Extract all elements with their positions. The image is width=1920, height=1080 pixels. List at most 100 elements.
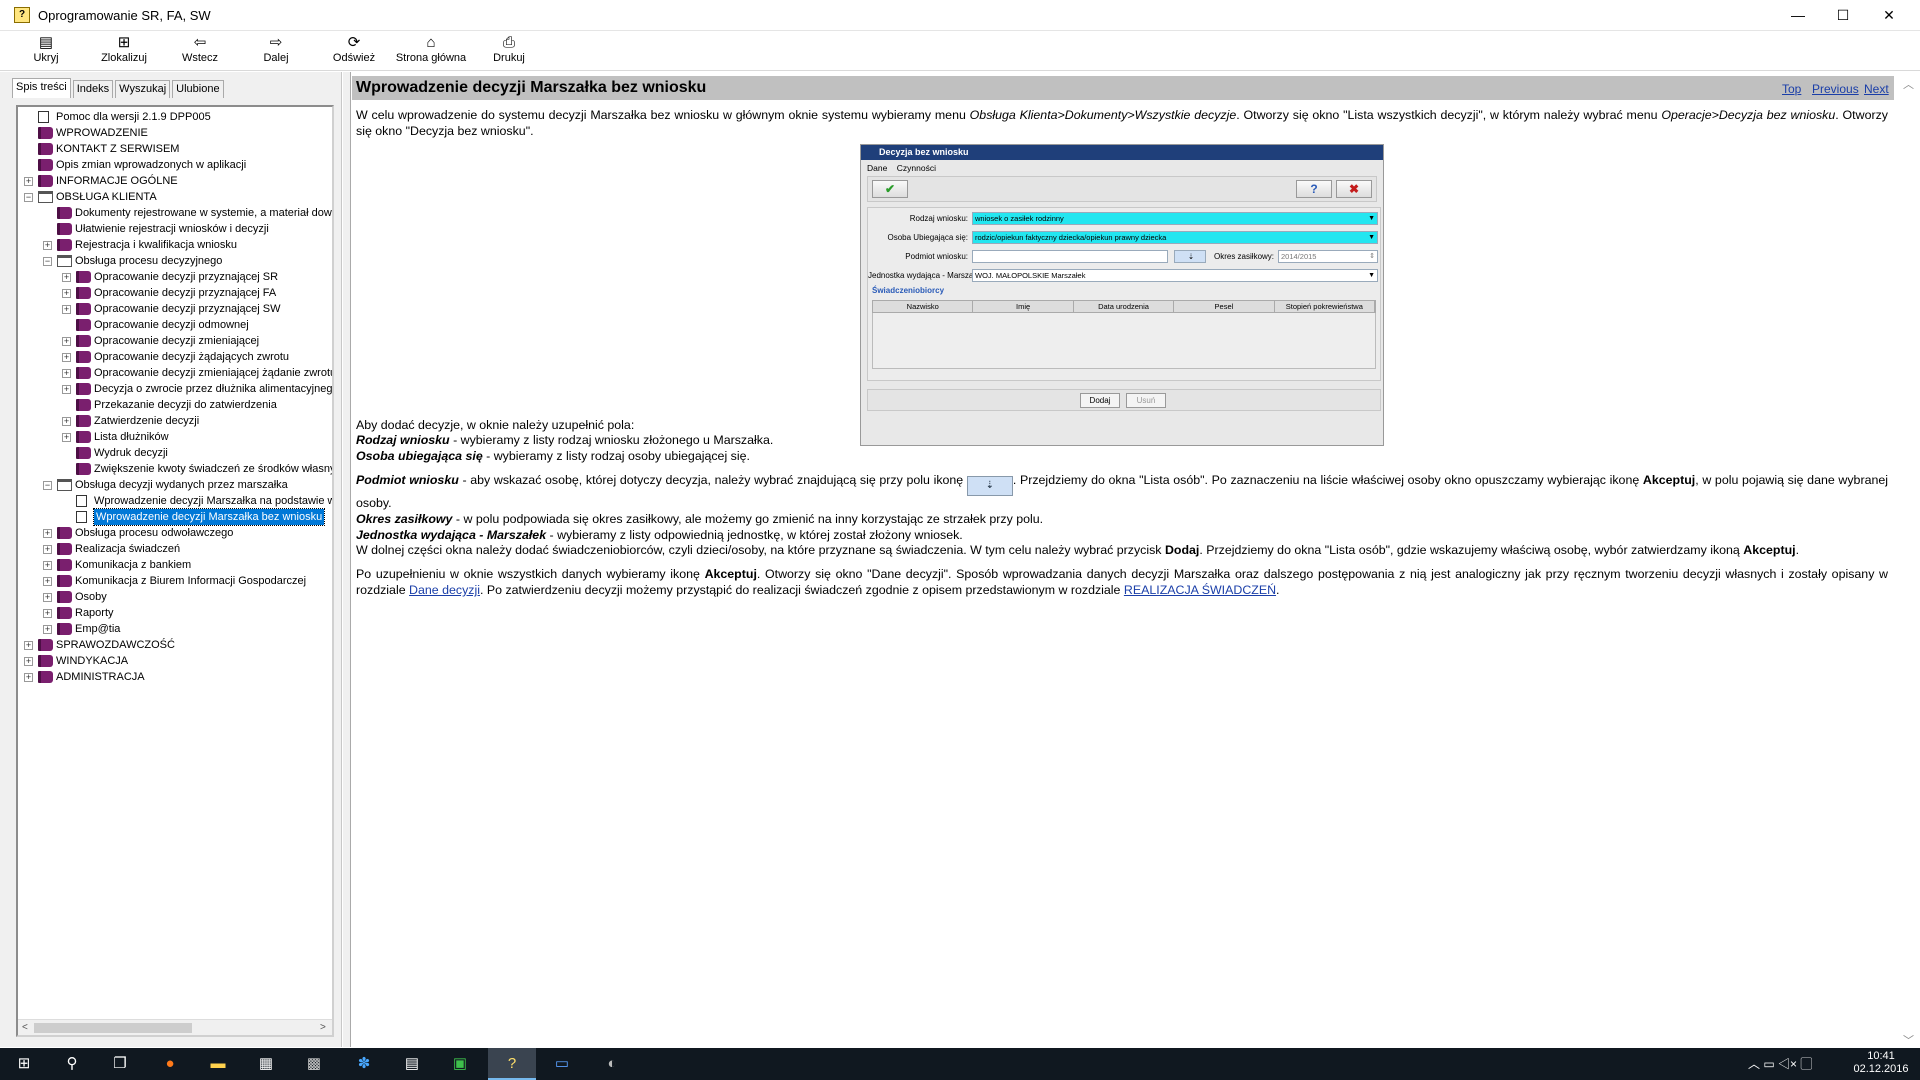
tree-item[interactable]: Wprowadzenie decyzji Marszałka na podsta… [18, 493, 332, 509]
tree-item[interactable]: Zwiększenie kwoty świadczeń ze środków w… [18, 461, 332, 477]
start-windows-icon[interactable]: ⊞ [0, 1048, 48, 1080]
contents-tree[interactable]: Pomoc dla wersji 2.1.9 DPP005 WPROWADZENI… [16, 105, 334, 1037]
refresh-button[interactable]: ⟳ Odśwież [328, 31, 380, 64]
tab-search[interactable]: Wyszukaj [115, 80, 171, 98]
maximize-button[interactable]: ☐ [1820, 0, 1866, 31]
expand-plus-icon[interactable]: + [62, 337, 71, 346]
system-clock[interactable]: 10:41 02.12.2016 [1850, 1048, 1912, 1080]
expand-plus-icon[interactable]: + [43, 625, 52, 634]
scroll-up-icon[interactable]: ︿ [1903, 76, 1914, 92]
pane-splitter[interactable] [343, 72, 351, 1047]
tree-item[interactable]: Wydruk decyzji [18, 445, 332, 461]
expand-plus-icon[interactable]: + [62, 369, 71, 378]
tree-item[interactable]: + Raporty [18, 605, 332, 621]
tree-item[interactable]: − Obsługa decyzji wydanych przez marszałk… [18, 477, 332, 493]
forward-button[interactable]: ⇨ Dalej [256, 31, 296, 64]
search-icon[interactable]: ⚲ [48, 1048, 96, 1080]
expand-plus-icon[interactable]: + [43, 609, 52, 618]
tree-item[interactable]: + Opracowanie decyzji żądających zwrotu [18, 349, 332, 365]
tree-item[interactable]: Pomoc dla wersji 2.1.9 DPP005 [18, 109, 332, 125]
expand-plus-icon[interactable]: + [43, 545, 52, 554]
tree-item[interactable]: Wprowadzenie decyzji Marszałka bez wnios… [18, 508, 332, 526]
realizacja-swiadczen-link[interactable]: REALIZACJA ŚWIADCZEŃ [1124, 583, 1276, 597]
network-app-icon[interactable]: ✽ [340, 1048, 388, 1080]
expand-plus-icon[interactable]: + [62, 385, 71, 394]
expand-plus-icon[interactable]: + [43, 529, 52, 538]
scrollbar-thumb[interactable] [34, 1023, 192, 1033]
expand-plus-icon[interactable]: + [43, 561, 52, 570]
file-explorer-icon[interactable]: ▬ [194, 1048, 242, 1080]
scroll-right-icon[interactable]: > [320, 1020, 326, 1035]
expand-plus-icon[interactable]: + [62, 273, 71, 282]
tree-item[interactable]: + Zatwierdzenie decyzji [18, 413, 332, 429]
dane-decyzji-link[interactable]: Dane decyzji [409, 583, 480, 597]
tree-item[interactable]: Dokumenty rejestrowane w systemie, a mat… [18, 205, 332, 221]
tree-item[interactable]: + ADMINISTRACJA [18, 669, 332, 685]
tree-item[interactable]: + Realizacja świadczeń [18, 541, 332, 557]
content-vertical-scrollbar[interactable]: ︿ ﹀ [1895, 72, 1920, 1047]
expand-plus-icon[interactable]: + [24, 673, 33, 682]
tree-item[interactable]: + INFORMACJE OGÓLNE [18, 173, 332, 189]
tree-item[interactable]: + Lista dłużników [18, 429, 332, 445]
tree-item[interactable]: + Obsługa procesu odwoławczego [18, 525, 332, 541]
collapse-minus-icon[interactable]: − [43, 257, 52, 266]
expand-plus-icon[interactable]: + [62, 289, 71, 298]
tab-index[interactable]: Indeks [72, 80, 114, 98]
expand-plus-icon[interactable]: + [62, 433, 71, 442]
close-button[interactable]: ✕ [1866, 0, 1912, 31]
firefox-icon[interactable]: ● [146, 1048, 194, 1080]
calculator-icon[interactable]: ▤ [388, 1048, 436, 1080]
back-button[interactable]: ⇦ Wstecz [176, 31, 224, 64]
tree-item[interactable]: + Decyzja o zwrocie przez dłużnika alimen… [18, 381, 332, 397]
document-icon[interactable]: ▭ [538, 1048, 586, 1080]
store-icon[interactable]: ▦ [242, 1048, 290, 1080]
tray-icons[interactable]: ︿ ▭ ◁× ▢ [1748, 1048, 1812, 1080]
tree-item[interactable]: + Emp@tia [18, 621, 332, 637]
tree-item[interactable]: + Opracowanie decyzji przyznającej FA [18, 285, 332, 301]
expand-plus-icon[interactable]: + [24, 657, 33, 666]
tree-item[interactable]: + SPRAWOZDAWCZOŚĆ [18, 637, 332, 653]
expand-plus-icon[interactable]: + [62, 417, 71, 426]
print-button[interactable]: ⎙ Drukuj [488, 31, 530, 64]
expand-plus-icon[interactable]: + [43, 577, 52, 586]
minimize-button[interactable]: — [1775, 0, 1821, 31]
tree-item[interactable]: + Komunikacja z Biurem Informacji Gospoda… [18, 573, 332, 589]
app-window-icon[interactable]: ▩ [290, 1048, 338, 1080]
tree-item[interactable]: − OBSŁUGA KLIENTA [18, 189, 332, 205]
tree-item[interactable]: + Opracowanie decyzji zmieniającej [18, 333, 332, 349]
expand-plus-icon[interactable]: + [24, 177, 33, 186]
tree-item[interactable]: + Opracowanie decyzji przyznającej SR [18, 269, 332, 285]
tree-item[interactable]: + Osoby [18, 589, 332, 605]
help-app-taskbar-icon[interactable]: ? [488, 1048, 536, 1080]
tab-favorites[interactable]: Ulubione [172, 80, 224, 98]
collapse-minus-icon[interactable]: − [43, 481, 52, 490]
expand-plus-icon[interactable]: + [62, 305, 71, 314]
tree-item[interactable]: + Rejestracja i kwalifikacja wniosku [18, 237, 332, 253]
hide-button[interactable]: ▤ Ukryj [24, 31, 68, 64]
tree-item[interactable]: WPROWADZENIE [18, 125, 332, 141]
scroll-left-icon[interactable]: < [22, 1020, 28, 1035]
tree-item[interactable]: + WINDYKACJA [18, 653, 332, 669]
tree-item[interactable]: + Opracowanie decyzji przyznającej SW [18, 301, 332, 317]
locate-button[interactable]: ⊞ Zlokalizuj [96, 31, 152, 64]
tree-item[interactable]: − Obsługa procesu decyzyjnego [18, 253, 332, 269]
tool-app-icon[interactable]: ◐ [588, 1048, 636, 1080]
expand-plus-icon[interactable]: + [43, 593, 52, 602]
expand-plus-icon[interactable]: + [62, 353, 71, 362]
tree-horizontal-scrollbar[interactable]: < > [18, 1019, 332, 1035]
tree-item[interactable]: Przekazanie decyzji do zatwierdzenia [18, 397, 332, 413]
next-link[interactable]: Next [1864, 82, 1889, 96]
previous-link[interactable]: Previous [1812, 82, 1859, 96]
scroll-down-icon[interactable]: ﹀ [1903, 1032, 1914, 1048]
tree-item[interactable]: Opracowanie decyzji odmownej [18, 317, 332, 333]
top-link[interactable]: Top [1782, 82, 1801, 96]
tree-item[interactable]: + Opracowanie decyzji zmieniającej żądani… [18, 365, 332, 381]
tree-item[interactable]: KONTAKT Z SERWISEM [18, 141, 332, 157]
tree-item[interactable]: + Komunikacja z bankiem [18, 557, 332, 573]
task-view-icon[interactable]: ❐ [96, 1048, 144, 1080]
tree-item[interactable]: Ułatwienie rejestracji wniosków i decyzj… [18, 221, 332, 237]
tree-item[interactable]: Opis zmian wprowadzonych w aplikacji [18, 157, 332, 173]
expand-plus-icon[interactable]: + [43, 241, 52, 250]
collapse-minus-icon[interactable]: − [24, 193, 33, 202]
expand-plus-icon[interactable]: + [24, 641, 33, 650]
